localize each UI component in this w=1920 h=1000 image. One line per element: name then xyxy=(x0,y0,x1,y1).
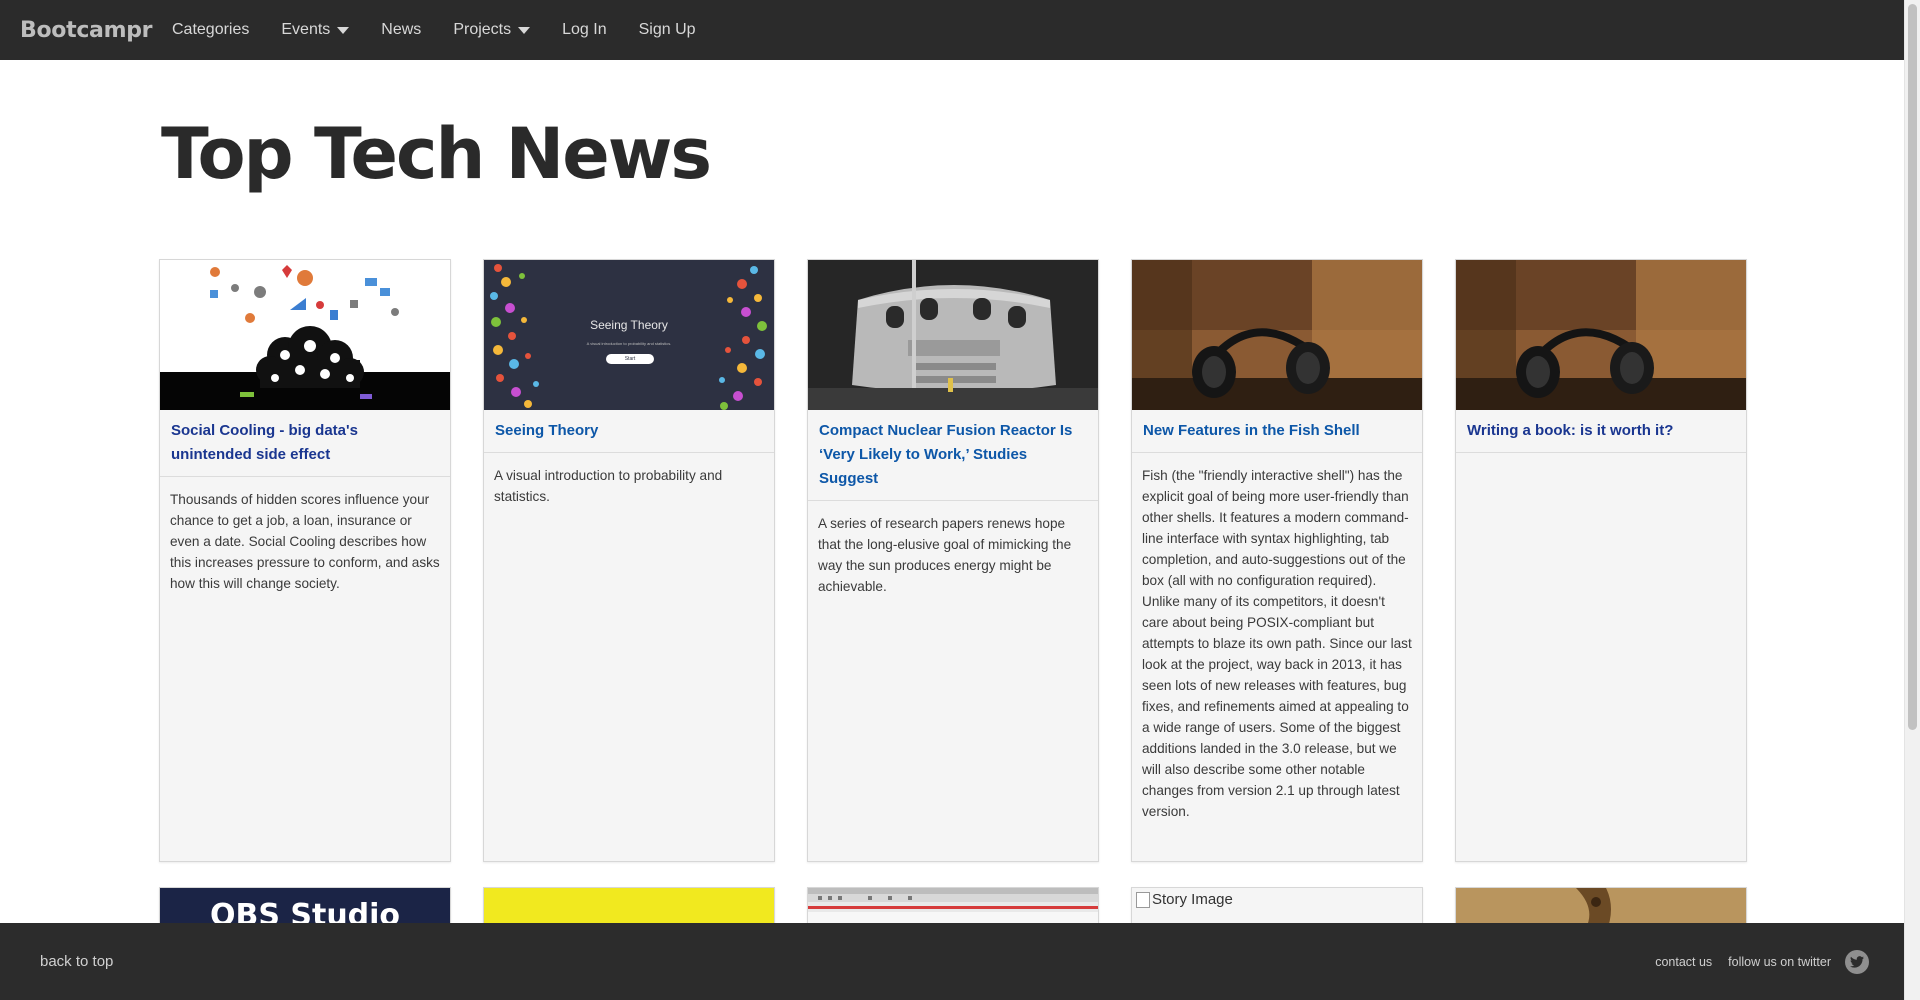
nav-news-label: News xyxy=(381,21,422,38)
story-image-placeholder[interactable]: Story Image xyxy=(1132,888,1422,911)
nav-signup[interactable]: Sign Up xyxy=(639,21,696,39)
card-description: Thousands of hidden scores influence you… xyxy=(170,492,440,591)
page-scrollbar[interactable] xyxy=(1904,0,1920,1000)
card-title-link[interactable]: Social Cooling - big data's unintended s… xyxy=(160,410,450,477)
caret-down-icon xyxy=(337,26,350,34)
top-navbar: Bootcampr Categories Events News Project… xyxy=(0,0,1904,60)
nav-news[interactable]: News xyxy=(381,21,421,39)
card-description xyxy=(1456,453,1746,475)
story-image-alt-text: Story Image xyxy=(1152,891,1233,908)
scrollbar-thumb[interactable] xyxy=(1908,4,1917,730)
news-card: Seeing Theory A visual introduction to p… xyxy=(483,259,775,862)
news-card: New Features in the Fish Shell Fish (the… xyxy=(1131,259,1423,862)
seeing-theory-image-title: Seeing Theory xyxy=(590,318,668,332)
nav-events-label: Events xyxy=(281,21,331,38)
caret-down-icon xyxy=(518,26,531,34)
footer-links: contact us follow us on twitter xyxy=(1639,949,1869,974)
nav-projects-label: Projects xyxy=(453,21,512,38)
twitter-link[interactable]: follow us on twitter xyxy=(1728,955,1831,969)
card-title-link[interactable]: Compact Nuclear Fusion Reactor Is ‘Very … xyxy=(808,410,1098,501)
card-title-link[interactable]: Writing a book: is it worth it? xyxy=(1456,410,1746,453)
card-description: A series of research papers renews hope … xyxy=(818,516,1072,594)
back-to-top-link[interactable]: back to top xyxy=(40,953,113,970)
nav-events-dropdown[interactable]: Events xyxy=(281,21,350,39)
news-card: Writing a book: is it worth it? xyxy=(1455,259,1747,862)
news-card: Social Cooling - big data's unintended s… xyxy=(159,259,451,862)
card-description: Fish (the "friendly interactive shell") … xyxy=(1142,468,1412,819)
nav-login-label: Log In xyxy=(562,21,607,38)
card-title-link[interactable]: Seeing Theory xyxy=(484,410,774,453)
page-footer: back to top contact us follow us on twit… xyxy=(0,923,1904,1000)
seeing-theory-start-label: Start xyxy=(624,356,636,362)
card-title-link[interactable]: New Features in the Fish Shell xyxy=(1132,410,1422,453)
contact-us-link[interactable]: contact us xyxy=(1655,955,1712,969)
page-title: Top Tech News xyxy=(161,113,712,195)
headphones-image[interactable] xyxy=(1132,260,1422,410)
news-card: Compact Nuclear Fusion Reactor Is ‘Very … xyxy=(807,259,1099,862)
card-description: A visual introduction to probability and… xyxy=(494,468,723,504)
nav-projects-dropdown[interactable]: Projects xyxy=(453,21,531,39)
broken-image-icon xyxy=(1136,891,1150,908)
fusion-reactor-image[interactable] xyxy=(808,260,1098,410)
nav-signup-label: Sign Up xyxy=(638,21,696,38)
nav-categories[interactable]: Categories xyxy=(172,21,249,39)
nav-categories-label: Categories xyxy=(172,21,250,38)
nav-login[interactable]: Log In xyxy=(562,21,606,39)
cloud-gears-image[interactable] xyxy=(160,260,450,410)
twitter-icon[interactable] xyxy=(1845,949,1869,974)
seeing-theory-image[interactable]: Seeing Theory A visual introduction to p… xyxy=(484,260,774,410)
headphones-image[interactable] xyxy=(1456,260,1746,410)
seeing-theory-image-subtitle: A visual introduction to probability and… xyxy=(586,341,672,346)
brand-logo[interactable]: Bootcampr xyxy=(20,18,154,43)
